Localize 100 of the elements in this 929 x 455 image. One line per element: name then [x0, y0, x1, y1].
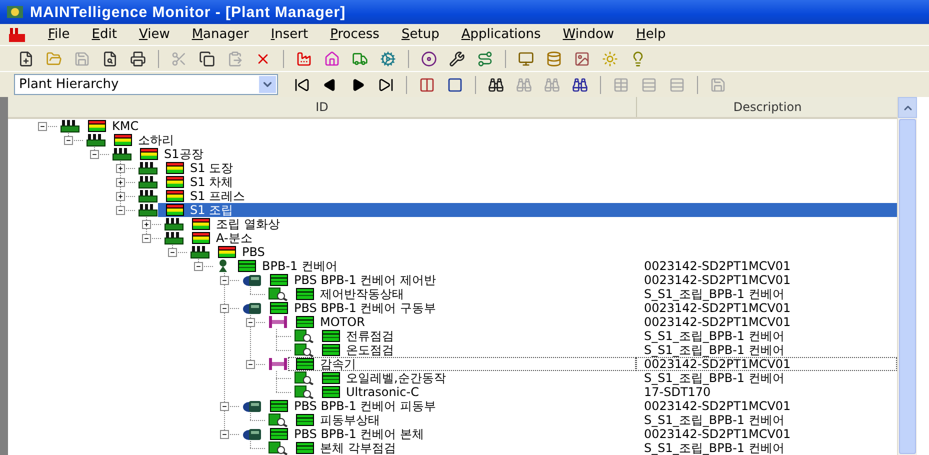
tree-item-label: 감속기: [320, 358, 356, 370]
factory-icon: [112, 147, 132, 161]
tree-item-label: MOTOR: [320, 316, 365, 328]
collapse-toggle[interactable]: [220, 304, 229, 313]
column-header[interactable]: ID: [8, 97, 637, 117]
tree-item[interactable]: Ultrasonic-C: [314, 385, 636, 399]
description-cell: 0023142-SD2PT1MCV01: [644, 274, 791, 286]
tree-item[interactable]: S1공장: [132, 147, 636, 161]
tree-item[interactable]: KMC: [80, 119, 636, 133]
tree-item[interactable]: A-분소: [184, 231, 636, 245]
tree-item-label: S1 도장: [190, 162, 234, 174]
tree-item[interactable]: 감속기: [288, 357, 636, 371]
collapse-toggle[interactable]: [38, 122, 47, 131]
tree-item-label: 소하리: [138, 134, 174, 146]
collapse-toggle[interactable]: [220, 276, 229, 285]
tree-item[interactable]: 오일레벨,순간동작: [314, 371, 636, 385]
collapse-toggle[interactable]: [64, 136, 73, 145]
tree-item-label: 전류점검: [346, 330, 394, 342]
machine-icon: [242, 399, 262, 413]
factory-icon: [138, 203, 158, 217]
sensor-magnifier-icon: [268, 413, 288, 427]
tree-item[interactable]: 온도점검: [314, 343, 636, 357]
expand-toggle[interactable]: [116, 192, 125, 201]
tree-item[interactable]: PBS: [210, 245, 636, 259]
description-cell: 0023142-SD2PT1MCV01: [644, 260, 791, 272]
tree-item-label: 오일레벨,순간동작: [346, 372, 446, 384]
factory-icon: [8, 26, 26, 42]
collapse-toggle[interactable]: [246, 318, 255, 327]
description-cell: S_S1_조립_BPB-1 컨베어: [644, 372, 784, 384]
tree-item[interactable]: 제어반작동상태: [288, 287, 636, 301]
tree-item[interactable]: S1 조립: [158, 203, 636, 217]
tree-item-label: PBS BPB-1 컨베어 제어반: [294, 274, 436, 286]
description-cell: 0023142-SD2PT1MCV01: [644, 358, 791, 370]
description-cell: S_S1_조립_BPB-1 컨베어: [644, 442, 784, 454]
description-cell: S_S1_조립_BPB-1 컨베어: [644, 344, 784, 356]
sensor-magnifier-icon: [294, 371, 314, 385]
tree-item[interactable]: PBS BPB-1 컨베어 구동부: [262, 301, 636, 315]
description-cell: 0023142-SD2PT1MCV01: [644, 428, 791, 440]
tree-item-label: Ultrasonic-C: [346, 386, 419, 398]
collapse-toggle[interactable]: [194, 262, 203, 271]
menu-item[interactable]: File: [48, 27, 70, 42]
tree-item-label: PBS BPB-1 컨베어 피동부: [294, 400, 436, 412]
description-cell: S_S1_조립_BPB-1 컨베어: [644, 414, 784, 426]
menu-item[interactable]: Insert: [270, 27, 308, 42]
collapse-toggle[interactable]: [220, 402, 229, 411]
description-cell: 0023142-SD2PT1MCV01: [644, 316, 791, 328]
tree-item[interactable]: 전류점검: [314, 329, 636, 343]
menu-item[interactable]: Setup: [401, 27, 440, 42]
tree-item[interactable]: S1 차체: [158, 175, 636, 189]
collapse-toggle[interactable]: [116, 206, 125, 215]
tree-item[interactable]: 피동부상태: [288, 413, 636, 427]
factory-icon: [190, 245, 210, 259]
expand-toggle[interactable]: [116, 178, 125, 187]
tree-item[interactable]: BPB-1 컨베어: [230, 259, 636, 273]
machine-icon: [242, 301, 262, 315]
collapse-toggle[interactable]: [142, 234, 151, 243]
menu-item[interactable]: Applications: [461, 27, 541, 42]
description-cell: 0023142-SD2PT1MCV01: [644, 400, 791, 412]
tree-item-label: 조립 열화상: [216, 218, 280, 230]
collapse-toggle[interactable]: [90, 150, 99, 159]
tree-item-label: S1 조립: [190, 204, 234, 216]
tree-item[interactable]: S1 프레스: [158, 189, 636, 203]
menu-item[interactable]: Process: [330, 27, 380, 42]
menu-item[interactable]: Window: [562, 27, 614, 42]
menu-item[interactable]: Edit: [92, 27, 117, 42]
tree-item[interactable]: 소하리: [106, 133, 636, 147]
factory-icon: [138, 161, 158, 175]
description-cell: 17-SDT170: [644, 386, 711, 398]
tree-item[interactable]: PBS BPB-1 컨베어 제어반: [262, 273, 636, 287]
tree-item[interactable]: MOTOR: [288, 315, 636, 329]
hierarchy-select[interactable]: Plant Hierarchy: [14, 74, 278, 95]
tree-item-label: 온도점검: [346, 344, 394, 356]
collapse-toggle[interactable]: [246, 360, 255, 369]
description-cell: S_S1_조립_BPB-1 컨베어: [644, 288, 784, 300]
tree-item[interactable]: S1 도장: [158, 161, 636, 175]
menu-item[interactable]: Manager: [192, 27, 249, 42]
factory-icon: [138, 189, 158, 203]
collapse-toggle[interactable]: [220, 430, 229, 439]
factory-icon: [164, 231, 184, 245]
expand-toggle[interactable]: [142, 220, 151, 229]
tree-item[interactable]: PBS BPB-1 컨베어 본체: [262, 427, 636, 441]
tree-item-label: PBS: [242, 246, 265, 258]
expand-toggle[interactable]: [116, 164, 125, 173]
tree-item[interactable]: 조립 열화상: [184, 217, 636, 231]
menu-item[interactable]: View: [138, 27, 170, 42]
description-cell: S_S1_조립_BPB-1 컨베어: [644, 330, 784, 342]
tree-item-label: 제어반작동상태: [320, 288, 404, 300]
menu-item[interactable]: Help: [636, 27, 666, 42]
factory-icon: [60, 119, 80, 133]
sensor-magnifier-icon: [294, 343, 314, 357]
tree-item[interactable]: PBS BPB-1 컨베어 피동부: [262, 399, 636, 413]
factory-icon: [138, 175, 158, 189]
collapse-toggle[interactable]: [168, 248, 177, 257]
tree-item-label: S1 차체: [190, 176, 234, 188]
machine-icon: [242, 427, 262, 441]
tree-item-label: BPB-1 컨베어: [262, 260, 338, 272]
tree-item[interactable]: 본체 각부점검: [288, 441, 636, 455]
component-icon: [268, 315, 288, 329]
component-icon: [268, 357, 288, 371]
vertical-scrollbar[interactable]: [897, 97, 917, 455]
